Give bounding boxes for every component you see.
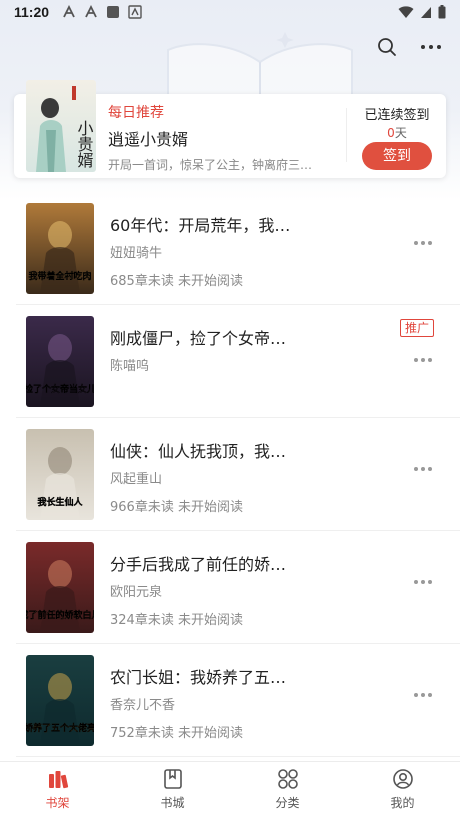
more-dot-icon (421, 693, 425, 697)
recommend-book-description: 开局一首词，惊呆了公主，钟离府三… (108, 158, 313, 172)
book-cover-text: 我成了前任的娇软白月光 (26, 609, 94, 621)
book-more-button[interactable] (414, 690, 434, 700)
daily-recommend-tag: 每日推荐 (108, 105, 164, 121)
signin-streak-days: 0天 (354, 124, 440, 141)
more-dot-icon (414, 580, 418, 584)
nav-item-category[interactable]: 分类 (230, 762, 345, 817)
book-reading-progress: 324章未读 未开始阅读 (110, 613, 243, 628)
recommend-book-cover[interactable]: 小贵婿 (26, 80, 96, 172)
book-cover-art: 我带着全村吃肉 (26, 203, 94, 294)
book-more-button[interactable] (414, 355, 434, 365)
nav-label-bookstore: 书城 (160, 796, 185, 810)
book-list-item[interactable]: 我成了前任的娇软白月光 分手后我成了前任的娇… 欧阳元泉 324章未读 未开始阅… (0, 531, 460, 644)
more-dot-icon (421, 241, 425, 245)
search-button[interactable] (376, 36, 398, 58)
more-dot-icon (428, 358, 432, 362)
book-more-button[interactable] (414, 464, 434, 474)
book-reading-progress: 752章未读 未开始阅读 (110, 726, 243, 741)
top-actions (376, 36, 442, 58)
recommend-book-title[interactable]: 逍遥小贵婿 (108, 126, 188, 150)
book-more-button[interactable] (414, 238, 434, 248)
book-list-item[interactable]: 捡了个女帝当女儿 刚成僵尸，捡了个女帝… 陈喵呜 推广 (0, 305, 460, 418)
recommend-cover-art: 小贵婿 (26, 80, 96, 172)
book-list-item[interactable]: 我长生仙人 仙侠：仙人抚我顶，我… 风起重山 966章未读 未开始阅读 (0, 418, 460, 531)
system-status-icons (398, 5, 446, 19)
book-cover[interactable]: 我成了前任的娇软白月光 (26, 542, 94, 633)
book-reading-progress: 685章未读 未开始阅读 (110, 274, 243, 289)
nav-label-category: 分类 (275, 796, 300, 810)
book-author: 香奈儿不香 (110, 698, 176, 713)
book-cover[interactable]: 我带着全村吃肉 (26, 203, 94, 294)
recommend-cover-text: 小贵婿 (75, 120, 94, 169)
book-cover-text: 我长生仙人 (37, 496, 83, 508)
book-cover[interactable]: 我长生仙人 (26, 429, 94, 520)
card-divider (346, 108, 347, 162)
signin-streak-label: 已连续签到 (364, 108, 430, 123)
book-cover[interactable]: 捡了个女帝当女儿 (26, 316, 94, 407)
app-a-box-icon (128, 5, 142, 19)
bookshelf-icon (48, 771, 68, 789)
search-icon (378, 38, 396, 56)
more-horizontal-icon (421, 45, 441, 49)
ad-badge: 推广 (399, 319, 434, 337)
more-dot-icon (414, 241, 418, 245)
more-menu-button[interactable] (420, 36, 442, 58)
app-a-icon (85, 5, 97, 18)
signin-button[interactable]: 签到 (362, 142, 432, 170)
battery-icon (438, 5, 446, 19)
more-dot-icon (428, 580, 432, 584)
profile-icon (392, 769, 413, 789)
nav-item-bookshelf[interactable]: 书架 (0, 762, 115, 817)
book-title[interactable]: 刚成僵尸，捡了个女帝… (110, 325, 300, 349)
book-reading-progress: 966章未读 未开始阅读 (110, 500, 243, 515)
nav-label-profile: 我的 (390, 796, 415, 810)
book-title[interactable]: 农门长姐：我娇养了五… (110, 664, 300, 688)
notification-icons (62, 5, 142, 19)
book-author: 欧阳元泉 (110, 585, 163, 600)
more-dot-icon (414, 467, 418, 471)
book-more-button[interactable] (414, 577, 434, 587)
more-dot-icon (421, 467, 425, 471)
bookshelf-list: 我带着全村吃肉 60年代：开局荒年，我… 妞妞骑牛 685章未读 未开始阅读 捡… (0, 192, 460, 757)
more-dot-icon (414, 693, 418, 697)
book-title[interactable]: 分手后我成了前任的娇… (110, 551, 300, 575)
status-bar: 11:20 (0, 0, 460, 26)
more-dot-icon (421, 358, 425, 362)
more-dot-icon (421, 580, 425, 584)
bookstore-icon (163, 769, 182, 789)
book-cover-text: 捡了个女帝当女儿 (26, 383, 94, 395)
book-cover-art: 我成了前任的娇软白月光 (26, 542, 94, 633)
book-author: 陈喵呜 (110, 359, 150, 374)
nav-item-profile[interactable]: 我的 (345, 762, 460, 817)
daily-recommend-card[interactable]: 小贵婿 每日推荐 逍遥小贵婿 开局一首词，惊呆了公主，钟离府三… 已连续签到 0… (14, 80, 446, 178)
more-dot-icon (428, 693, 432, 697)
signal-icon (421, 7, 431, 18)
nav-label-bookshelf: 书架 (45, 796, 70, 810)
app-a-icon (63, 5, 75, 18)
more-dot-icon (414, 358, 418, 362)
category-icon (277, 769, 298, 789)
status-time: 11:20 (14, 4, 50, 20)
signin-days-count: 0 (387, 126, 395, 140)
book-title[interactable]: 仙侠：仙人抚我顶，我… (110, 438, 300, 462)
book-title[interactable]: 60年代：开局荒年，我… (110, 212, 300, 236)
book-list-item[interactable]: 我娇养了五个大佬亮亮 农门长姐：我娇养了五… 香奈儿不香 752章未读 未开始阅… (0, 644, 460, 757)
book-cover-art: 我长生仙人 (26, 429, 94, 520)
row-divider (16, 756, 460, 757)
book-cover[interactable]: 我娇养了五个大佬亮亮 (26, 655, 94, 746)
book-list-item[interactable]: 我带着全村吃肉 60年代：开局荒年，我… 妞妞骑牛 685章未读 未开始阅读 (0, 192, 460, 305)
book-cover-text: 我带着全村吃肉 (28, 270, 91, 282)
more-dot-icon (428, 241, 432, 245)
book-cover-art: 捡了个女帝当女儿 (26, 316, 94, 407)
nav-item-bookstore[interactable]: 书城 (115, 762, 230, 817)
book-author: 风起重山 (110, 472, 163, 487)
book-author: 妞妞骑牛 (110, 246, 163, 261)
more-dot-icon (428, 467, 432, 471)
book-cover-text: 我娇养了五个大佬亮亮 (26, 722, 94, 734)
signin-days-unit: 天 (394, 126, 407, 140)
wifi-icon (398, 6, 414, 18)
bottom-navigation: 书架 书城 分类 我的 (0, 761, 460, 817)
book-cover-art: 我娇养了五个大佬亮亮 (26, 655, 94, 746)
app-square-icon (107, 6, 119, 18)
